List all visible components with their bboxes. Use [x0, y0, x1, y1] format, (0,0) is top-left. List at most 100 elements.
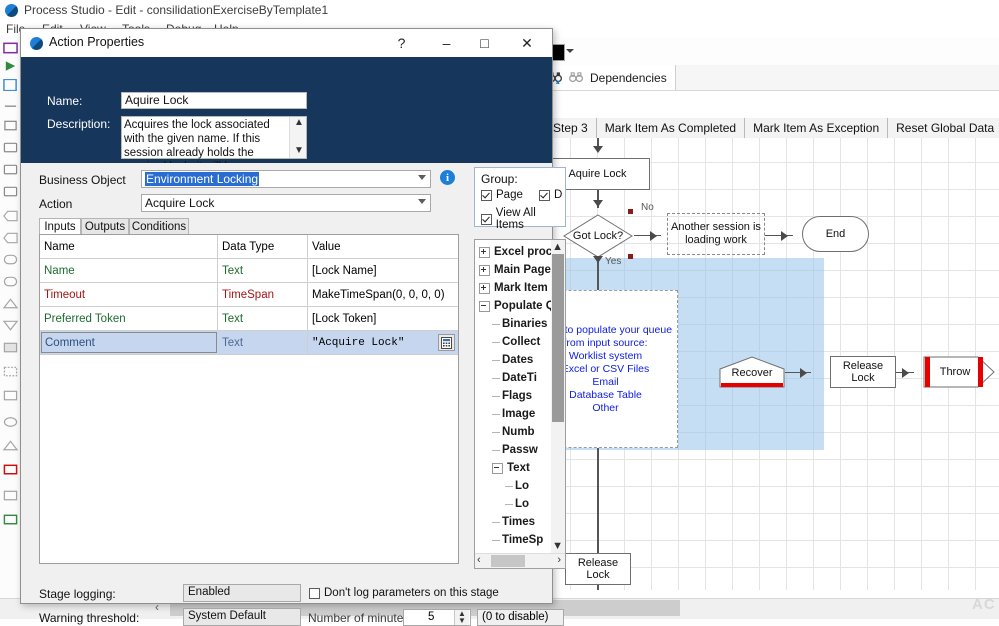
decision-shape-icon[interactable] — [3, 210, 18, 222]
action-shape-icon[interactable] — [3, 186, 18, 198]
tree-item[interactable]: Binaries — [475, 315, 547, 333]
expand-icon[interactable] — [479, 265, 490, 276]
end-shape-icon[interactable] — [3, 276, 18, 288]
scroll-left-icon[interactable]: ‹ — [477, 554, 481, 566]
diagram-tab-strip[interactable]: Step 3 Mark Item As Completed Mark Item … — [545, 118, 999, 139]
exception-shape-icon[interactable] — [3, 464, 18, 476]
expand-icon[interactable] — [479, 247, 490, 258]
scroll-down-icon[interactable]: ▼ — [552, 540, 563, 552]
data-items-tree[interactable]: Excel procMain PageMark ItemPopulate QBi… — [474, 239, 566, 569]
table-row-selected[interactable]: Comment Text "Acquire Lock" — [40, 331, 458, 355]
spinner-down-icon[interactable]: ▼ — [458, 616, 466, 625]
selection-handle[interactable] — [628, 209, 633, 214]
comment-name-editor[interactable]: Comment — [41, 332, 217, 353]
expand-icon[interactable] — [479, 283, 490, 294]
diagram-tab-reset-global-data[interactable]: Reset Global Data — [888, 118, 999, 138]
description-scrollbar[interactable]: ▲ ▼ — [289, 117, 306, 158]
tree-item[interactable]: Excel proc — [475, 243, 552, 261]
node-another-session[interactable]: Another session is loading work — [667, 213, 765, 255]
collapse-icon[interactable] — [479, 301, 490, 312]
anchor-shape-icon[interactable] — [3, 490, 18, 502]
calculator-button[interactable] — [438, 334, 455, 351]
save-icon[interactable] — [3, 42, 18, 54]
collapse-icon[interactable] — [492, 463, 503, 474]
scroll-down-icon[interactable]: ▼ — [294, 145, 304, 156]
scrollbar-thumb[interactable] — [552, 254, 564, 422]
node-release-lock[interactable]: Release Lock — [830, 356, 896, 388]
scroll-up-icon[interactable]: ▲ — [294, 117, 304, 128]
alert-shape-icon[interactable] — [3, 440, 18, 452]
maximize-button[interactable]: □ — [462, 29, 507, 57]
selection-handle[interactable] — [628, 254, 633, 259]
help-button[interactable]: ? — [379, 29, 424, 57]
loop-shape-icon[interactable] — [3, 416, 18, 428]
tree-item[interactable]: DateTi — [475, 369, 537, 387]
tree-vertical-scrollbar[interactable]: ▲ ▼ — [551, 240, 565, 568]
node-end[interactable]: End — [802, 216, 869, 252]
start-shape-icon[interactable] — [3, 254, 18, 266]
tree-item[interactable]: Passw — [475, 441, 538, 459]
close-button[interactable]: ✕ — [504, 29, 550, 57]
play-run-icon[interactable] — [3, 60, 18, 72]
checkbox-icon[interactable] — [481, 190, 492, 201]
diagram-tab-mark-item-as-exception[interactable]: Mark Item As Exception — [745, 118, 888, 138]
warning-threshold-combo[interactable]: System Default — [183, 608, 301, 626]
stage-logging-combo[interactable]: Enabled — [183, 584, 301, 602]
process-shape-icon[interactable] — [3, 142, 18, 154]
tree-item[interactable]: Main Page — [475, 261, 551, 279]
collection-shape-icon[interactable] — [3, 390, 18, 402]
process-diagram-canvas[interactable]: Aquire Lock Got Lock? No Yes Another ses… — [545, 138, 999, 590]
dependencies-tab[interactable]: Dependencies — [540, 65, 676, 90]
note-shape-icon[interactable] — [3, 366, 18, 378]
action-combo[interactable]: Acquire Lock — [141, 194, 431, 212]
subsheet-shape-icon[interactable] — [3, 514, 18, 526]
table-row[interactable]: Timeout TimeSpan MakeTimeSpan(0, 0, 0, 0… — [40, 283, 458, 307]
scrollbar-thumb[interactable] — [491, 555, 525, 567]
parameter-tabs[interactable]: Inputs Outputs Conditions — [39, 218, 459, 234]
tree-item[interactable]: Flags — [475, 387, 532, 405]
tree-item[interactable]: Times — [475, 513, 535, 531]
tree-item[interactable]: Text — [475, 459, 530, 477]
checkbox-data-truncated[interactable]: D — [539, 189, 562, 201]
diagram-tab-mark-item-as-completed[interactable]: Mark Item As Completed — [597, 118, 745, 138]
tab-outputs[interactable]: Outputs — [81, 218, 129, 234]
rectangle-shape-icon[interactable] — [3, 120, 18, 132]
checkbox-icon[interactable] — [539, 190, 550, 201]
name-input[interactable]: Aquire Lock — [121, 92, 307, 109]
tab-inputs[interactable]: Inputs — [39, 218, 81, 234]
node-release-lock-bottom[interactable]: Release Lock — [565, 553, 631, 585]
tab-conditions[interactable]: Conditions — [129, 218, 189, 234]
checkbox-dont-log-parameters[interactable]: Don't log parameters on this stage — [309, 587, 499, 599]
table-row[interactable]: Name Text [Lock Name] — [40, 259, 458, 283]
chevron-down-icon[interactable] — [418, 175, 426, 180]
page-shape-icon[interactable] — [3, 164, 18, 176]
tree-item[interactable]: Lo — [475, 477, 529, 495]
checkbox-icon[interactable] — [481, 214, 492, 225]
recover-shape-icon[interactable] — [3, 298, 18, 310]
checkbox-icon[interactable] — [309, 588, 320, 599]
selected-process-icon[interactable] — [3, 79, 18, 91]
checkbox-view-all-items[interactable]: View All Items — [481, 207, 565, 231]
tree-item[interactable]: Numb — [475, 423, 535, 441]
info-icon[interactable]: i — [440, 170, 455, 185]
tree-item[interactable]: Dates — [475, 351, 533, 369]
scroll-up-icon[interactable]: ▲ — [552, 241, 563, 253]
business-object-combo[interactable]: Environment Locking — [141, 170, 431, 188]
tree-item[interactable]: Lo — [475, 495, 529, 513]
scroll-right-icon[interactable]: › — [557, 554, 561, 566]
chevron-down-icon[interactable] — [566, 49, 574, 53]
checkbox-page[interactable]: Page — [481, 189, 523, 201]
tree-item[interactable]: Image — [475, 405, 535, 423]
tree-item[interactable]: Collect — [475, 333, 540, 351]
tree-item[interactable]: Populate Q — [475, 297, 555, 315]
chevron-down-icon[interactable] — [418, 199, 426, 204]
parameters-grid[interactable]: Name Data Type Value Name Text [Lock Nam… — [39, 234, 459, 564]
line-icon[interactable] — [3, 100, 18, 112]
table-row[interactable]: Preferred Token Text [Lock Token] — [40, 307, 458, 331]
block-shape-icon[interactable] — [3, 342, 18, 354]
tree-item[interactable]: TimeSp — [475, 531, 543, 549]
description-textarea[interactable]: Acquires the lock associated with the gi… — [121, 116, 307, 159]
tree-item[interactable]: Mark Item — [475, 279, 548, 297]
tree-horizontal-scrollbar[interactable]: ‹ › — [475, 553, 565, 568]
choice-shape-icon[interactable] — [3, 232, 18, 244]
